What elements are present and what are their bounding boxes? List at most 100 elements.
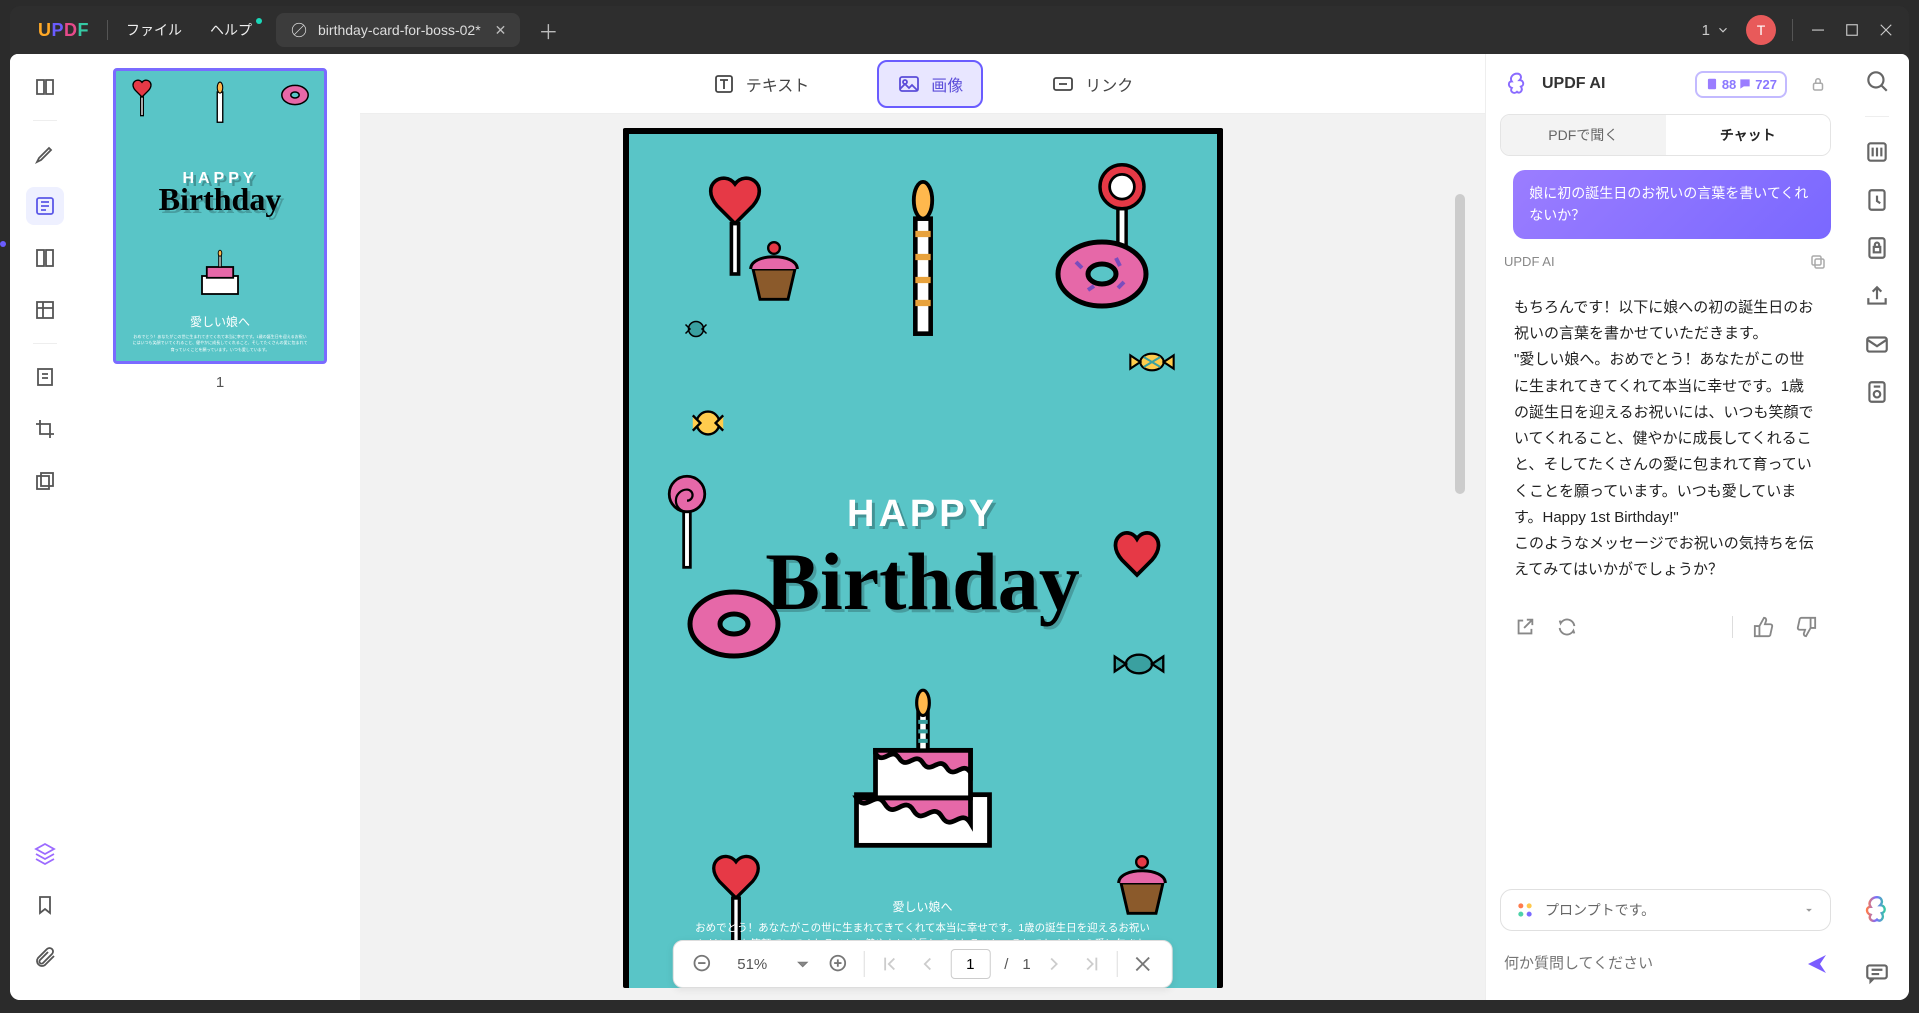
- reader-tool[interactable]: [26, 68, 64, 106]
- link-icon: [1051, 72, 1075, 96]
- menu-help[interactable]: ヘルプ: [210, 20, 252, 40]
- separator: [107, 20, 108, 40]
- user-avatar[interactable]: T: [1746, 15, 1776, 45]
- candle-icon: [900, 172, 946, 342]
- comment-panel-icon[interactable]: [1864, 960, 1890, 986]
- ai-message: もちろんです！以下に娘への初の誕生日のお祝いの言葉を書かせていただきます。 "愛…: [1500, 285, 1831, 594]
- menu-bar: ファイル ヘルプ: [126, 20, 252, 40]
- ocr-side-icon[interactable]: [1864, 139, 1890, 165]
- print-icon[interactable]: [1864, 379, 1890, 405]
- crop-tool[interactable]: [26, 410, 64, 448]
- workspace: HAPPY Birthday 愛しい娘へ おめでとう！あなたがこの世に生まれてき…: [10, 54, 1909, 1000]
- ai-floating-button[interactable]: [1861, 894, 1893, 926]
- separator: [1865, 116, 1889, 117]
- edit-link-label: リンク: [1085, 72, 1133, 96]
- attachment-tool[interactable]: [26, 938, 64, 976]
- ai-tabs: PDFで聞く チャット: [1500, 114, 1831, 156]
- prompt-label: プロンプトです。: [1545, 900, 1655, 920]
- prev-page-button[interactable]: [914, 953, 936, 975]
- heart-icon: [1107, 524, 1167, 584]
- tab-close-button[interactable]: ✕: [495, 22, 507, 39]
- maximize-button[interactable]: [1843, 21, 1861, 39]
- edit-text-button[interactable]: テキスト: [694, 62, 828, 106]
- page-organize-tool[interactable]: [26, 239, 64, 277]
- separator: [33, 343, 57, 344]
- ai-tab-ask-pdf[interactable]: PDFで聞く: [1501, 115, 1666, 155]
- ai-credits[interactable]: 88 727: [1695, 71, 1787, 98]
- convert-icon[interactable]: [1864, 187, 1890, 213]
- canvas-area: テキスト 画像 リンク HAPPY Birthday: [360, 54, 1485, 1000]
- right-toolbar: [1845, 54, 1909, 1000]
- protect-icon[interactable]: [1864, 235, 1890, 261]
- counter-value: 1: [1702, 22, 1710, 39]
- zoom-out-button[interactable]: [691, 953, 713, 975]
- send-button[interactable]: [1803, 950, 1831, 978]
- separator: [1792, 19, 1793, 41]
- card-birthday-text: Birthday: [765, 535, 1079, 629]
- first-page-button[interactable]: [878, 953, 900, 975]
- last-page-button[interactable]: [1081, 953, 1103, 975]
- edit-link-button[interactable]: リンク: [1033, 62, 1151, 106]
- card-msg-body: おめでとう！あなたがこの世に生まれてきてくれて本当に幸せです。1歳の誕生日を迎え…: [132, 334, 309, 353]
- form-tool[interactable]: [26, 291, 64, 329]
- window-counter[interactable]: 1: [1702, 22, 1730, 39]
- ai-header: UPDF AI 88 727: [1486, 54, 1845, 114]
- document-tab[interactable]: birthday-card-for-boss-02* ✕: [276, 13, 520, 47]
- zoom-value: 51%: [727, 956, 777, 973]
- edit-image-label: 画像: [931, 72, 963, 96]
- edit-image-button[interactable]: 画像: [877, 60, 983, 108]
- app-logo: UPDF: [38, 20, 89, 41]
- close-window-button[interactable]: [1877, 21, 1895, 39]
- tab-bar: birthday-card-for-boss-02* ✕ ＋: [276, 13, 558, 47]
- share-icon[interactable]: [1864, 283, 1890, 309]
- lock-icon[interactable]: [1809, 75, 1827, 93]
- search-icon[interactable]: [1864, 68, 1890, 94]
- card-birthday-text: Birthday: [159, 181, 282, 218]
- ai-chat-input[interactable]: [1500, 945, 1793, 982]
- bookmark-tool[interactable]: [26, 886, 64, 924]
- notification-dot: [256, 18, 262, 24]
- ocr-tool[interactable]: [26, 358, 64, 396]
- edit-text-label: テキスト: [746, 72, 810, 96]
- grid-icon: [1515, 900, 1535, 920]
- next-page-button[interactable]: [1045, 953, 1067, 975]
- page-total: 1: [1022, 956, 1030, 973]
- heart-lollipop-icon: [128, 79, 156, 119]
- edit-tool[interactable]: [26, 187, 64, 225]
- chevron-down-icon: [1716, 23, 1730, 37]
- regenerate-icon[interactable]: [1556, 616, 1578, 638]
- document-page[interactable]: HAPPY Birthday: [623, 128, 1223, 988]
- user-message: 娘に初の誕生日のお祝いの言葉を書いてくれないか？: [1513, 170, 1831, 239]
- batch-tool[interactable]: [26, 462, 64, 500]
- thumbnail-page-number: 1: [94, 374, 346, 391]
- donut-icon: [280, 83, 310, 107]
- layers-tool[interactable]: [26, 834, 64, 872]
- menu-file[interactable]: ファイル: [126, 20, 182, 40]
- thumbs-up-icon[interactable]: [1753, 616, 1775, 638]
- tab-title: birthday-card-for-boss-02*: [318, 22, 481, 38]
- copy-icon[interactable]: [1809, 253, 1827, 271]
- left-toolbar: [10, 54, 80, 1000]
- page-number-input[interactable]: [950, 949, 990, 979]
- canvas-viewport[interactable]: HAPPY Birthday: [360, 114, 1485, 1000]
- email-icon[interactable]: [1864, 331, 1890, 357]
- candy-wrapped-icon: [1111, 644, 1167, 684]
- edit-mode-toolbar: テキスト 画像 リンク: [360, 54, 1485, 114]
- zoom-dropdown[interactable]: [791, 953, 813, 975]
- vertical-scrollbar[interactable]: [1455, 194, 1465, 494]
- close-controls-button[interactable]: [1132, 953, 1154, 975]
- prompt-selector[interactable]: プロンプトです。: [1500, 889, 1831, 931]
- page-thumbnail[interactable]: HAPPY Birthday 愛しい娘へ おめでとう！あなたがこの世に生まれてき…: [113, 68, 327, 364]
- separator: [1732, 616, 1733, 638]
- new-tab-button[interactable]: ＋: [538, 16, 558, 45]
- zoom-in-button[interactable]: [827, 953, 849, 975]
- donut-icon: [1047, 234, 1157, 314]
- updf-ai-logo-icon: [1504, 71, 1530, 97]
- annotate-tool[interactable]: [26, 135, 64, 173]
- thumbs-down-icon[interactable]: [1795, 616, 1817, 638]
- ai-chat-log: 娘に初の誕生日のお祝いの言葉を書いてくれないか？ UPDF AI もちろんです！…: [1486, 156, 1845, 879]
- ai-response-header: UPDF AI: [1500, 253, 1831, 271]
- minimize-button[interactable]: [1809, 21, 1827, 39]
- export-icon[interactable]: [1514, 616, 1536, 638]
- ai-tab-chat[interactable]: チャット: [1666, 115, 1831, 155]
